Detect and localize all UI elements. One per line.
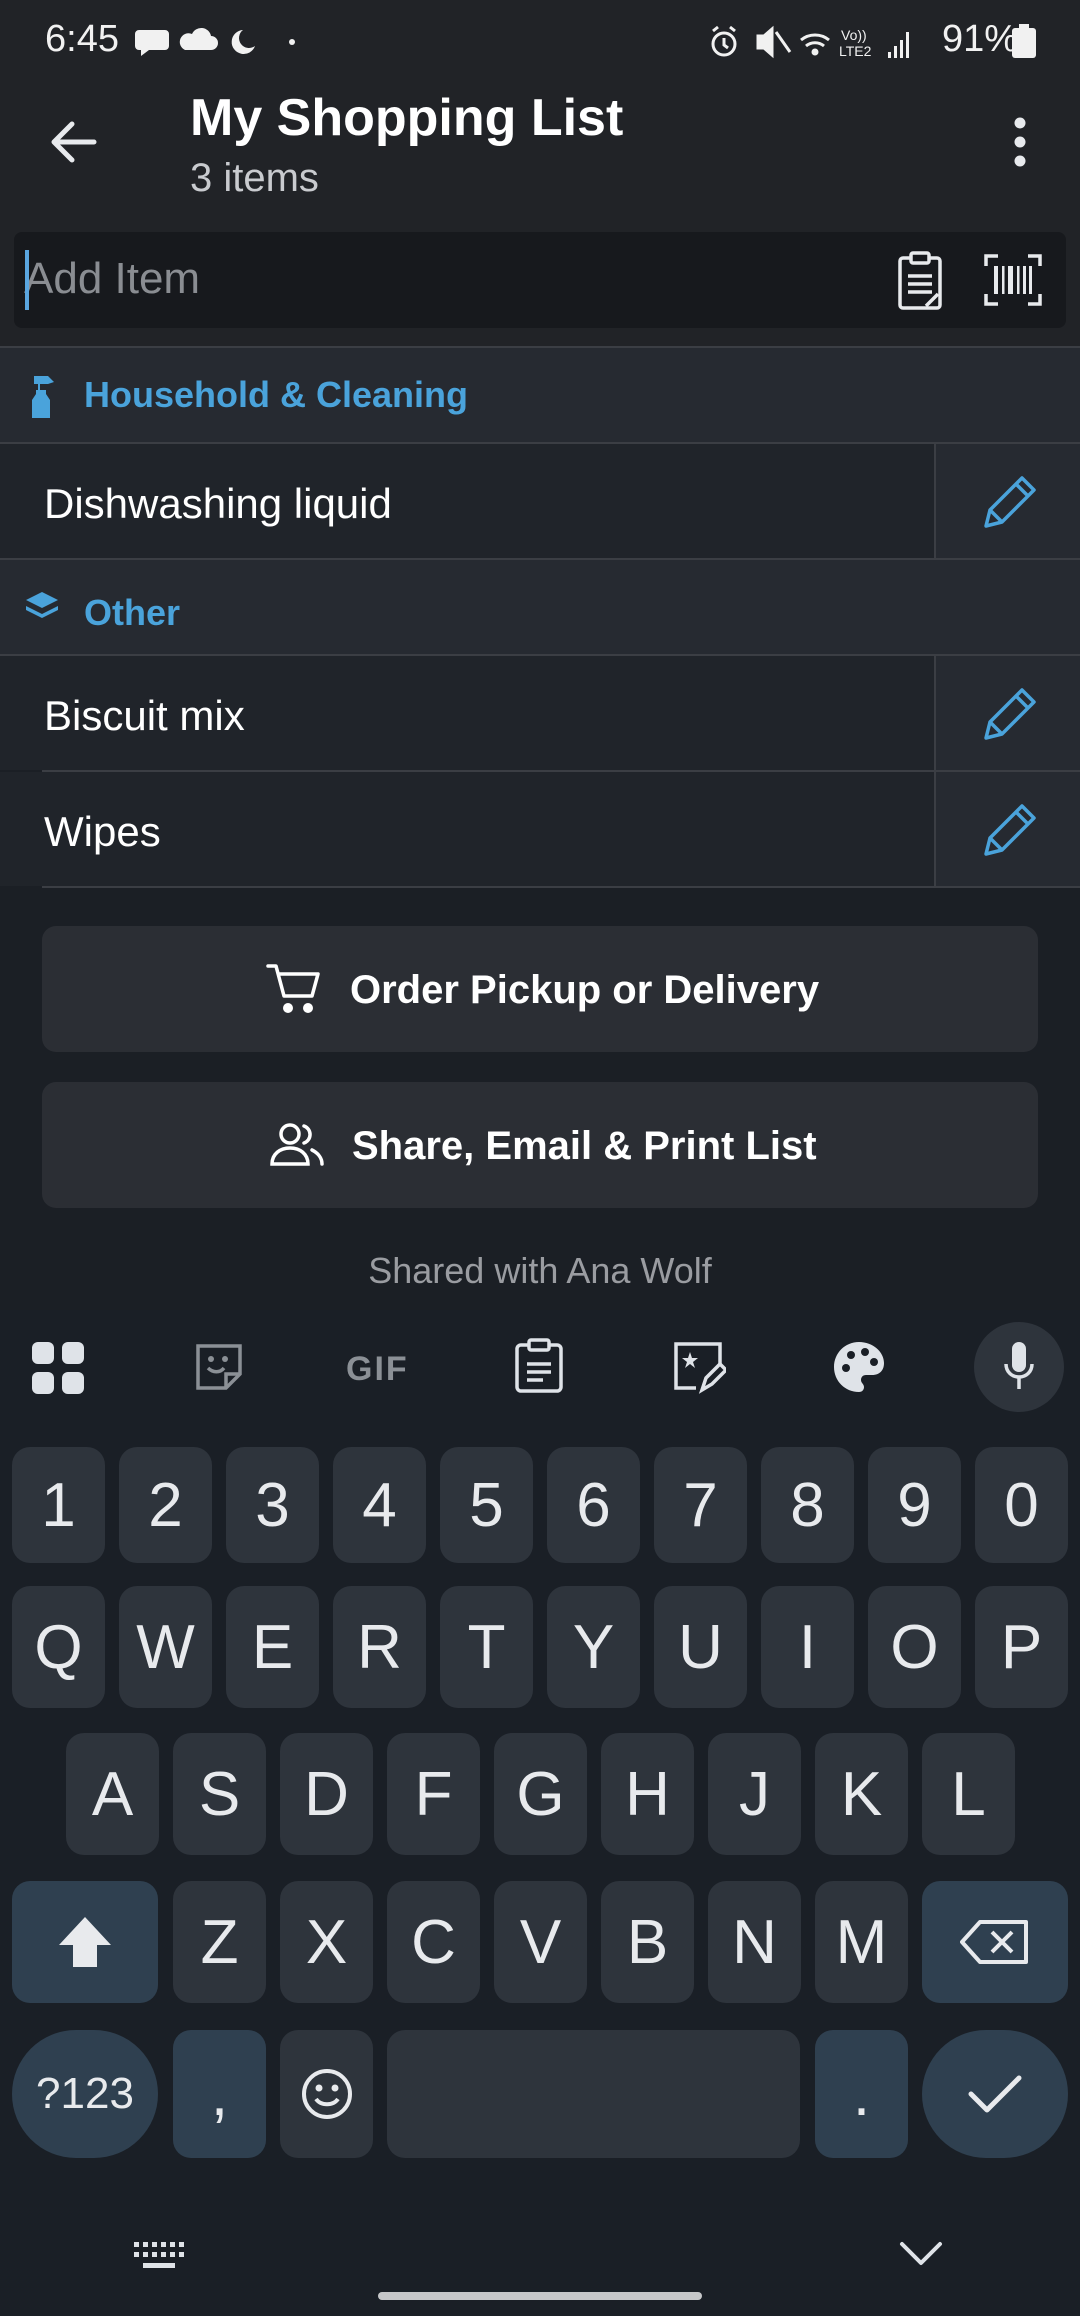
cart-icon	[266, 962, 322, 1016]
text-cursor	[25, 250, 29, 310]
key-c[interactable]: C	[387, 1881, 480, 2003]
key-n[interactable]: N	[708, 1881, 801, 2003]
list-item[interactable]	[0, 772, 1080, 886]
key-3[interactable]: 3	[226, 1447, 319, 1563]
shared-with-text: Shared with Ana Wolf	[368, 1250, 712, 1291]
emoji-key[interactable]	[280, 2030, 373, 2158]
key-0[interactable]: 0	[975, 1447, 1068, 1563]
key-f[interactable]: F	[387, 1733, 480, 1855]
category-label: Household & Cleaning	[84, 374, 469, 415]
text-effect-icon[interactable]	[672, 1340, 726, 1394]
add-item-input[interactable]	[24, 247, 864, 311]
barcode-scan-icon[interactable]	[984, 254, 1042, 306]
people-icon	[268, 1122, 326, 1168]
share-button-label: Share, Email & Print List	[352, 1124, 817, 1168]
battery-percentage: 91%	[941, 18, 1018, 60]
period-key[interactable]: .	[815, 2030, 908, 2158]
key-i[interactable]: I	[761, 1586, 854, 1708]
key-q[interactable]: Q	[12, 1586, 105, 1708]
status-notification-icons	[135, 24, 295, 60]
item-count: 3 items	[190, 156, 319, 200]
emoji-icon	[301, 2069, 352, 2119]
navigation-gesture-handle[interactable]	[378, 2292, 702, 2300]
symbols-key[interactable]: ?123	[12, 2030, 158, 2158]
key-u[interactable]: U	[654, 1586, 747, 1708]
done-key[interactable]	[922, 2030, 1068, 2158]
order-button-label: Order Pickup or Delivery	[350, 968, 820, 1012]
svg-text:Vo)): Vo))	[841, 27, 867, 43]
key-5[interactable]: 5	[440, 1447, 533, 1563]
pencil-icon	[980, 684, 1040, 744]
keyboard-switch-icon[interactable]	[134, 2242, 184, 2270]
key-w[interactable]: W	[119, 1586, 212, 1708]
key-m[interactable]: M	[815, 1881, 908, 2003]
gif-button[interactable]: GIF	[346, 1350, 409, 1389]
overflow-menu-icon[interactable]	[1002, 112, 1038, 172]
status-time: 6:45	[45, 18, 119, 60]
battery-icon	[1012, 24, 1036, 58]
backspace-icon	[960, 1920, 1028, 1964]
shift-key[interactable]	[12, 1881, 158, 2003]
key-6[interactable]: 6	[547, 1447, 640, 1563]
key-j[interactable]: J	[708, 1733, 801, 1855]
pencil-icon	[980, 472, 1040, 532]
palette-icon[interactable]	[832, 1340, 886, 1394]
key-l[interactable]: L	[922, 1733, 1015, 1855]
key-x[interactable]: X	[280, 1881, 373, 2003]
svg-text:LTE2: LTE2	[839, 43, 872, 59]
key-s[interactable]: S	[173, 1733, 266, 1855]
key-k[interactable]: K	[815, 1733, 908, 1855]
key-4[interactable]: 4	[333, 1447, 426, 1563]
status-system-icons: Vo)) LTE2	[706, 22, 926, 62]
hide-keyboard-chevron-icon[interactable]	[898, 2238, 944, 2268]
item-name: Biscuit mix	[44, 692, 245, 739]
item-name: Wipes	[44, 808, 161, 855]
page-title: My Shopping List	[190, 89, 624, 147]
key-v[interactable]: V	[494, 1881, 587, 2003]
checkmark-icon	[968, 2075, 1022, 2113]
comma-key[interactable]: ,	[173, 2030, 266, 2158]
divider	[42, 886, 1080, 888]
layers-icon	[24, 590, 60, 624]
key-h[interactable]: H	[601, 1733, 694, 1855]
key-z[interactable]: Z	[173, 1881, 266, 2003]
key-1[interactable]: 1	[12, 1447, 105, 1563]
key-y[interactable]: Y	[547, 1586, 640, 1708]
item-name: Dishwashing liquid	[44, 480, 392, 527]
microphone-icon	[1004, 1342, 1034, 1392]
spray-bottle-icon	[28, 374, 58, 418]
key-d[interactable]: D	[280, 1733, 373, 1855]
key-e[interactable]: E	[226, 1586, 319, 1708]
sticker-icon[interactable]	[194, 1342, 244, 1392]
key-g[interactable]: G	[494, 1733, 587, 1855]
key-7[interactable]: 7	[654, 1447, 747, 1563]
key-p[interactable]: P	[975, 1586, 1068, 1708]
back-arrow-icon[interactable]	[48, 116, 100, 168]
key-a[interactable]: A	[66, 1733, 159, 1855]
key-8[interactable]: 8	[761, 1447, 854, 1563]
key-9[interactable]: 9	[868, 1447, 961, 1563]
key-b[interactable]: B	[601, 1881, 694, 2003]
space-key[interactable]	[387, 2030, 800, 2158]
pencil-icon	[980, 800, 1040, 860]
clipboard-icon[interactable]	[514, 1338, 564, 1394]
edit-item-button[interactable]	[934, 772, 1080, 886]
key-t[interactable]: T	[440, 1586, 533, 1708]
key-o[interactable]: O	[868, 1586, 961, 1708]
shift-arrow-icon	[59, 1917, 111, 1967]
apps-icon[interactable]	[32, 1342, 84, 1394]
key-2[interactable]: 2	[119, 1447, 212, 1563]
clipboard-paste-icon[interactable]	[896, 250, 944, 312]
microphone-button[interactable]	[974, 1322, 1064, 1412]
edit-item-button[interactable]	[934, 656, 1080, 770]
edit-item-button[interactable]	[934, 444, 1080, 558]
backspace-key[interactable]	[922, 1881, 1068, 2003]
category-label: Other	[84, 592, 181, 633]
key-r[interactable]: R	[333, 1586, 426, 1708]
